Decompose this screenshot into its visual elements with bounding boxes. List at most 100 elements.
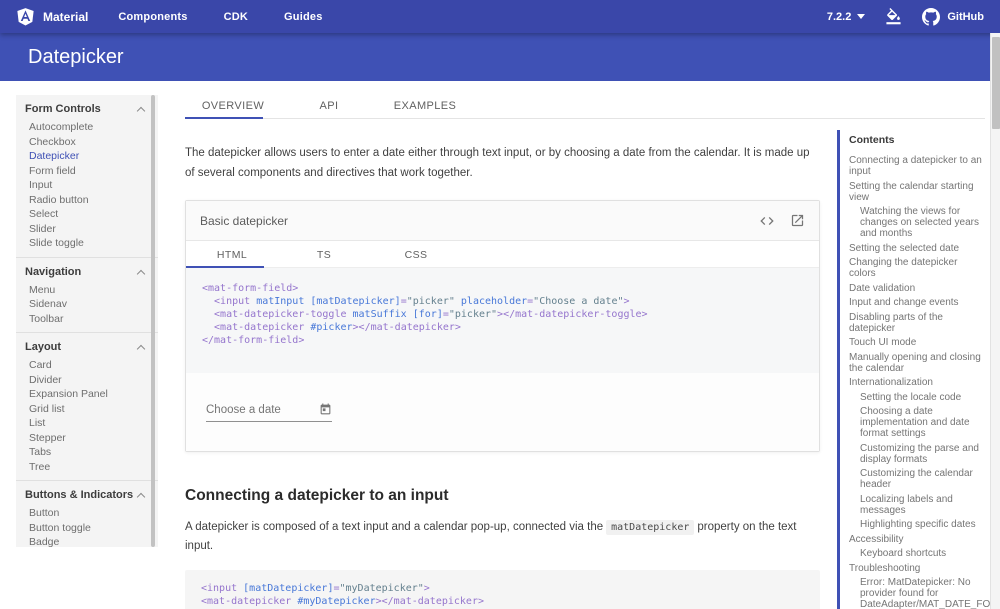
sidebar-item-input[interactable]: Input <box>16 178 158 193</box>
toc-item-setting-the-calendar-starting-view[interactable]: Setting the calendar starting view <box>849 181 985 203</box>
toc-item-localizing-labels-and-messages[interactable]: Localizing labels and messages <box>849 494 985 516</box>
toc-item-touch-ui-mode[interactable]: Touch UI mode <box>849 337 985 348</box>
toc-item-accessibility[interactable]: Accessibility <box>849 534 985 545</box>
toc-item-input-and-change-events[interactable]: Input and change events <box>849 297 985 308</box>
sidenav-section-header[interactable]: Buttons & Indicators <box>16 485 158 506</box>
sidebar-item-tabs[interactable]: Tabs <box>16 445 158 460</box>
sidebar-item-autocomplete[interactable]: Autocomplete <box>16 120 158 135</box>
sidenav-section-header[interactable]: Layout <box>16 337 158 358</box>
sidenav-sections: Form Controls AutocompleteCheckboxDatepic… <box>16 95 158 547</box>
sidebar-item-datepicker[interactable]: Datepicker <box>16 149 158 164</box>
code-line: <mat-datepicker-toggle matSuffix [for]="… <box>202 308 803 321</box>
sidebar-item-stepper[interactable]: Stepper <box>16 431 158 446</box>
sidebar-item-button[interactable]: Button <box>16 506 158 521</box>
theme-picker-button[interactable] <box>885 8 902 25</box>
sidenav-section-label: Navigation <box>25 267 81 278</box>
brand-home-link[interactable]: Material <box>16 7 88 26</box>
page-scrollbar[interactable] <box>990 33 1000 609</box>
card-tab-html[interactable]: HTML <box>186 241 278 267</box>
sidebar-item-checkbox[interactable]: Checkbox <box>16 135 158 150</box>
github-link[interactable]: GitHub <box>922 8 984 26</box>
version-picker[interactable]: 7.2.2 <box>827 11 865 23</box>
sidebar-item-select[interactable]: Select <box>16 207 158 222</box>
toc-item-internationalization[interactable]: Internationalization <box>849 377 985 388</box>
toc-item-connecting-a-datepicker-to-an-input[interactable]: Connecting a datepicker to an input <box>849 155 985 177</box>
calendar-icon[interactable] <box>319 403 332 416</box>
example-code-tabs: HTMLTSCSS <box>186 241 819 268</box>
sidenav-section-label: Form Controls <box>25 104 101 115</box>
demo-datepicker-input[interactable]: Choose a date <box>206 403 332 422</box>
sidebar-item-card[interactable]: Card <box>16 358 158 373</box>
scrollbar-thumb[interactable] <box>992 37 1000 129</box>
sidebar-item-toolbar[interactable]: Toolbar <box>16 312 158 327</box>
toc-item-keyboard-shortcuts[interactable]: Keyboard shortcuts <box>849 548 985 559</box>
toc-item-manually-opening-and-closing-the-calenda[interactable]: Manually opening and closing the calenda… <box>849 352 985 374</box>
code-line: </mat-form-field> <box>202 334 803 347</box>
toc-item-customizing-the-parse-and-display-format[interactable]: Customizing the parse and display format… <box>849 443 985 465</box>
sidebar-item-expansion-panel[interactable]: Expansion Panel <box>16 387 158 402</box>
toc-item-highlighting-specific-dates[interactable]: Highlighting specific dates <box>849 519 985 530</box>
github-icon <box>922 8 940 26</box>
sidebar-item-sidenav[interactable]: Sidenav <box>16 297 158 312</box>
toc-item-setting-the-locale-code[interactable]: Setting the locale code <box>849 392 985 403</box>
navbar-link-components[interactable]: Components <box>118 11 187 23</box>
toc-item-choosing-a-date-implementation-and-date-[interactable]: Choosing a date implementation and date … <box>849 406 985 439</box>
tab-examples[interactable]: EXAMPLES <box>377 95 473 118</box>
sidebar-item-radio-button[interactable]: Radio button <box>16 193 158 208</box>
sidenav-scrollbar[interactable] <box>151 95 155 547</box>
body-paragraph: A datepicker is composed of a text input… <box>185 518 820 556</box>
sidenav-section-label: Layout <box>25 342 61 353</box>
card-tab-css[interactable]: CSS <box>370 241 462 267</box>
top-navbar: Material Components CDK Guides 7.2.2 GitHu… <box>0 0 1000 33</box>
code-line: <mat-form-field> <box>202 282 803 295</box>
toc-item-watching-the-views-for-changes-on-select[interactable]: Watching the views for changes on select… <box>849 206 985 239</box>
sidenav-section-header[interactable]: Navigation <box>16 262 158 283</box>
chevron-up-icon <box>137 345 145 353</box>
version-label: 7.2.2 <box>827 11 851 23</box>
navbar-right: 7.2.2 GitHub <box>827 8 984 26</box>
chevron-up-icon <box>137 269 145 277</box>
example-card-title: Basic datepicker <box>200 214 288 228</box>
toc-item-setting-the-selected-date[interactable]: Setting the selected date <box>849 243 985 254</box>
code-line: <input [matDatepicker]="myDatepicker"> <box>201 582 804 595</box>
code-line: <input matInput [matDatepicker]="picker"… <box>202 295 803 308</box>
sidebar-item-menu[interactable]: Menu <box>16 283 158 298</box>
toc-item-changing-the-datepicker-colors[interactable]: Changing the datepicker colors <box>849 257 985 279</box>
sidebar-item-divider[interactable]: Divider <box>16 373 158 388</box>
card-tab-ts[interactable]: TS <box>278 241 370 267</box>
toc-item-error-matdatepicker-no-provider-found-fo[interactable]: Error: MatDatepicker: No provider found … <box>849 577 985 609</box>
demo-input-placeholder: Choose a date <box>206 404 281 416</box>
sidebar-item-tree[interactable]: Tree <box>16 460 158 475</box>
snippet-code-block: <input [matDatepicker]="myDatepicker"><m… <box>185 570 820 609</box>
sidenav-section: Form Controls AutocompleteCheckboxDatepic… <box>16 95 158 257</box>
sidebar-item-list[interactable]: List <box>16 416 158 431</box>
code-line: <mat-datepicker #myDatepicker></mat-date… <box>201 595 804 608</box>
doc-tabs: OVERVIEWAPIEXAMPLES <box>185 95 985 119</box>
toc-item-troubleshooting[interactable]: Troubleshooting <box>849 563 985 574</box>
sidebar-item-slider[interactable]: Slider <box>16 222 158 237</box>
caret-down-icon <box>857 14 865 19</box>
toc-item-date-validation[interactable]: Date validation <box>849 283 985 294</box>
sidebar-item-badge[interactable]: Badge <box>16 535 158 547</box>
sidenav-section: Buttons & IndicatorsButtonButton toggleB… <box>16 480 158 547</box>
sidebar-item-slide-toggle[interactable]: Slide toggle <box>16 236 158 251</box>
sidebar-item-button-toggle[interactable]: Button toggle <box>16 521 158 536</box>
toc-item-disabling-parts-of-the-datepicker[interactable]: Disabling parts of the datepicker <box>849 312 985 334</box>
toc-item-customizing-the-calendar-header[interactable]: Customizing the calendar header <box>849 468 985 490</box>
navbar-link-cdk[interactable]: CDK <box>224 11 248 23</box>
sidenav: Form Controls AutocompleteCheckboxDatepic… <box>16 95 158 547</box>
navbar-link-guides[interactable]: Guides <box>284 11 323 23</box>
tab-overview[interactable]: OVERVIEW <box>185 95 281 118</box>
example-card-header: Basic datepicker <box>186 201 819 241</box>
example-code-block: <mat-form-field> <input matInput [matDat… <box>186 268 819 373</box>
sidebar-item-form-field[interactable]: Form field <box>16 164 158 179</box>
sidenav-section: Layout CardDividerExpansion PanelGrid lis… <box>16 332 158 480</box>
sidebar-item-grid-list[interactable]: Grid list <box>16 402 158 417</box>
github-label: GitHub <box>947 11 984 23</box>
view-source-icon[interactable] <box>759 213 775 229</box>
sidenav-section-header[interactable]: Form Controls <box>16 99 158 120</box>
open-in-new-icon[interactable] <box>790 213 805 228</box>
tab-api[interactable]: API <box>281 95 377 118</box>
page-header: Datepicker <box>0 33 990 81</box>
section-heading: Connecting a datepicker to an input <box>185 487 820 505</box>
